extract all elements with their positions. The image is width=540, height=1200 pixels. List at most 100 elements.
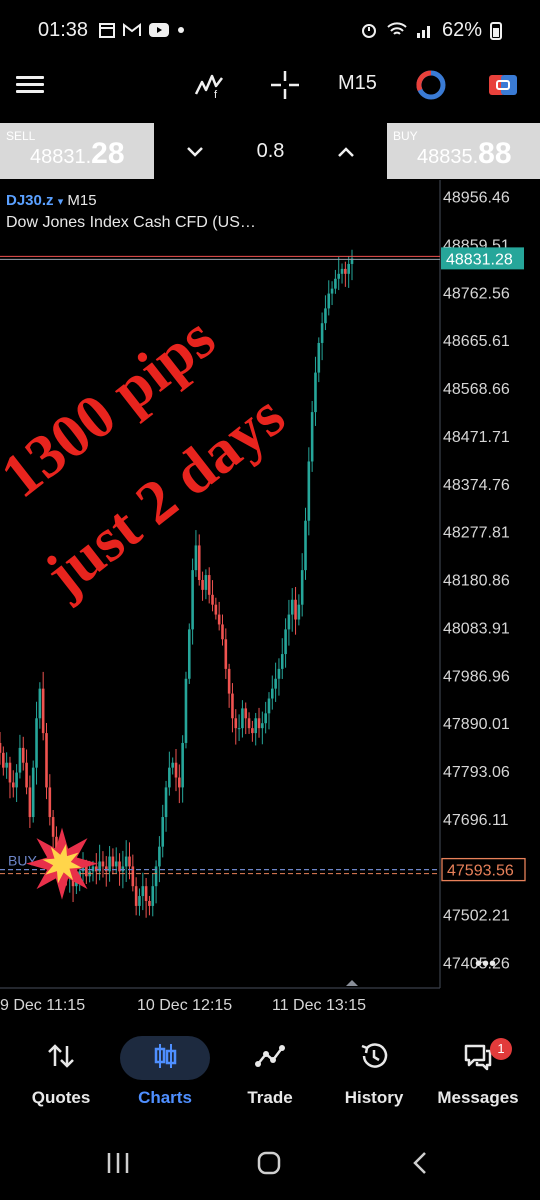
candle-body [251, 728, 254, 734]
menu-icon[interactable] [16, 72, 44, 100]
candle-body [274, 678, 277, 689]
candle-body [184, 678, 188, 743]
time-axis: 9 Dec 11:15 10 Dec 12:15 11 Dec 13:15 [0, 980, 366, 1014]
candle-body [241, 708, 244, 729]
candle-body [231, 693, 234, 719]
svg-text:f: f [214, 89, 218, 101]
candle-body [227, 668, 231, 694]
candle-body [18, 747, 22, 773]
candle-body [257, 718, 261, 729]
entry-price-tag-label: 47593.56 [447, 863, 514, 880]
price-tick-label: 47696.11 [443, 812, 509, 829]
volume-value[interactable]: 0.8 [257, 140, 285, 163]
candle-body [287, 614, 291, 630]
candle-body [138, 896, 141, 906]
youtube-icon [149, 23, 170, 37]
chart-more-options-icon[interactable]: ••• [475, 953, 496, 975]
dot-icon [178, 27, 185, 33]
messages-badge: 1 [490, 1038, 512, 1060]
price-tick-label: 48277.81 [443, 525, 510, 542]
candle-body [28, 787, 32, 818]
price-tick-label: 48665.61 [443, 333, 510, 350]
chart-toolbar: f M15 [0, 60, 540, 120]
trade-line-icon [255, 1045, 285, 1067]
quote-bar: SELL 48831.28 0.8 BUY 48835.88 [0, 123, 540, 179]
candle-body [340, 268, 344, 274]
time-tick-label: 9 Dec 11:15 [0, 997, 85, 1014]
candle-body [197, 545, 201, 580]
candle-body [324, 308, 327, 324]
messages-chat-icon [464, 1044, 492, 1071]
nav-label-quotes: Quotes [31, 1088, 91, 1107]
candle-body [45, 733, 48, 788]
candles-layer: BUY1300 pipsjust 2 days [0, 180, 441, 989]
nav-label-messages: Messages [437, 1088, 519, 1107]
crosshair-icon[interactable] [268, 68, 302, 102]
symbol-name[interactable]: DJ30.z [6, 192, 54, 209]
candle-body [181, 742, 184, 788]
candle-body [214, 604, 218, 615]
candle-body [111, 856, 115, 867]
candle-body [224, 639, 228, 669]
alarm-icon [361, 24, 376, 38]
price-axis: 48956.4648859.5148762.5648665.6148568.66… [441, 190, 526, 975]
candle-body [347, 263, 350, 274]
candle-body [95, 866, 98, 872]
nav-item-messages[interactable]: 1 Messages [428, 1030, 528, 1120]
candle-body [8, 762, 12, 783]
symbol-timeframe: M15 [67, 192, 97, 209]
candle-body [31, 767, 35, 818]
candle-body [244, 708, 248, 719]
price-chart[interactable]: BUY 1300 pips just 2 days 48956.46 48859.51… [0, 180, 540, 1030]
candle-body [5, 762, 8, 768]
signal-icon [416, 26, 430, 38]
symbol-dropdown-icon[interactable]: ▾ [58, 196, 64, 208]
battery-level: 62% [441, 18, 482, 41]
nav-item-trade[interactable]: Trade [220, 1030, 320, 1120]
candle-body [317, 342, 321, 373]
price-tick-label: 47890.01 [443, 716, 510, 733]
back-icon[interactable] [410, 1150, 430, 1176]
price-tick-label: 47793.06 [443, 764, 510, 781]
candle-body [204, 575, 208, 590]
candle-body [307, 461, 311, 521]
time-tick-label: 11 Dec 13:15 [272, 997, 366, 1014]
nav-item-charts[interactable]: Charts [115, 1030, 215, 1120]
nav-item-history[interactable]: History [324, 1030, 424, 1120]
indicators-icon[interactable]: f [192, 68, 226, 102]
candle-body [314, 372, 317, 413]
chart-canvas[interactable]: BUY1300 pipsjust 2 days 48956.4648859.51… [0, 180, 540, 1030]
calendar-icon [99, 23, 116, 38]
recent-apps-icon[interactable] [106, 1150, 130, 1176]
candle-body [21, 747, 25, 763]
volume-increase-chevron-up-icon[interactable] [337, 138, 355, 164]
home-icon[interactable] [256, 1150, 282, 1176]
candle-body [194, 545, 198, 571]
price-tick-label: 48762.56 [443, 285, 510, 302]
timeframe-clock-icon[interactable] [414, 68, 448, 102]
gmail-icon [123, 23, 142, 36]
volume-decrease-chevron-down-icon[interactable] [186, 138, 204, 164]
candle-body [294, 599, 297, 620]
nav-label-charts: Charts [138, 1088, 192, 1107]
price-tick-label: 48471.71 [443, 429, 510, 446]
candle-body [114, 861, 118, 867]
price-tick-label: 48374.76 [443, 477, 510, 494]
candle-body [104, 866, 108, 872]
current-price-tag-label: 48831.28 [446, 251, 513, 268]
time-axis-marker [346, 980, 358, 986]
candle-body [168, 767, 171, 788]
charts-candles-icon [154, 1044, 177, 1068]
candle-body [277, 668, 281, 679]
sell-button[interactable]: SELL 48831.28 [0, 123, 154, 179]
one-click-trade-icon[interactable] [486, 68, 520, 102]
system-navigation [0, 1130, 540, 1200]
candle-body [280, 654, 284, 669]
status-time: 01:38 [38, 18, 89, 41]
candle-body [237, 728, 241, 730]
nav-item-quotes[interactable]: Quotes [11, 1030, 111, 1120]
timeframe-button[interactable]: M15 [338, 72, 377, 95]
buy-button[interactable]: BUY 48835.88 [387, 123, 540, 179]
candle-body [101, 861, 105, 867]
candle-body [144, 886, 148, 901]
